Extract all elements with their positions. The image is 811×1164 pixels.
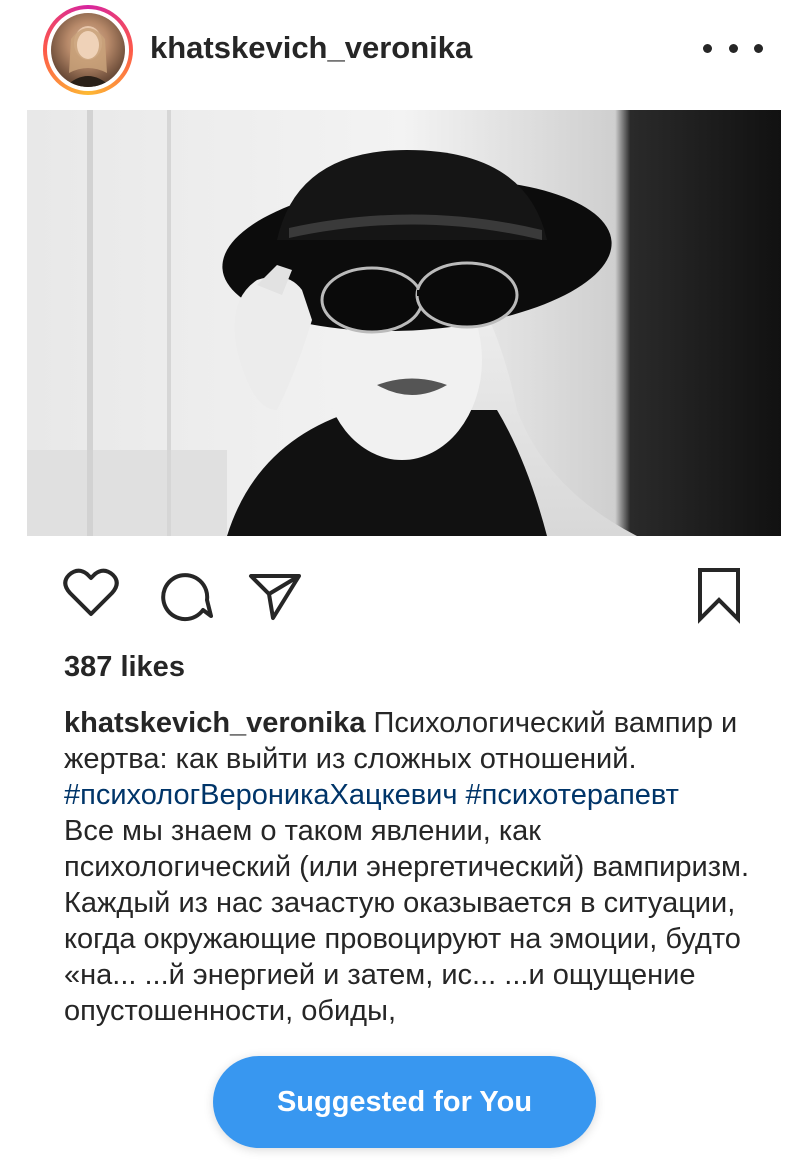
action-bar — [0, 560, 811, 630]
story-ring[interactable] — [43, 5, 133, 95]
heart-icon[interactable] — [63, 568, 119, 618]
hashtag-link[interactable]: #психологВероникаХацкевич — [64, 779, 457, 811]
comment-icon[interactable] — [157, 570, 213, 622]
post-caption: khatskevich_veronika Психологический вам… — [64, 705, 754, 1029]
more-dot — [754, 43, 763, 53]
post-header: khatskevich_veronika — [0, 0, 811, 104]
more-dot — [728, 43, 738, 53]
more-options-icon[interactable] — [703, 38, 763, 58]
caption-body: Все мы знаем о таком явлении, как психол… — [64, 815, 749, 1027]
avatar-border — [47, 9, 129, 91]
caption-username[interactable]: khatskevich_veronika — [64, 707, 365, 739]
likes-count[interactable]: 387 likes — [64, 651, 185, 684]
more-dot — [703, 43, 712, 53]
hashtag-link[interactable]: #психотерапевт — [466, 779, 679, 811]
avatar[interactable] — [51, 13, 125, 87]
send-icon[interactable] — [247, 570, 303, 622]
post-photo[interactable] — [27, 110, 781, 536]
bookmark-icon[interactable] — [695, 566, 743, 624]
caption-intro: khatskevich_veronika Психологический вам… — [64, 705, 754, 813]
post-username[interactable]: khatskevich_veronika — [150, 30, 472, 66]
avatar-portrait — [65, 26, 111, 87]
post-photo-image — [27, 110, 781, 536]
suggested-for-you-button[interactable]: Suggested for You — [213, 1056, 596, 1148]
